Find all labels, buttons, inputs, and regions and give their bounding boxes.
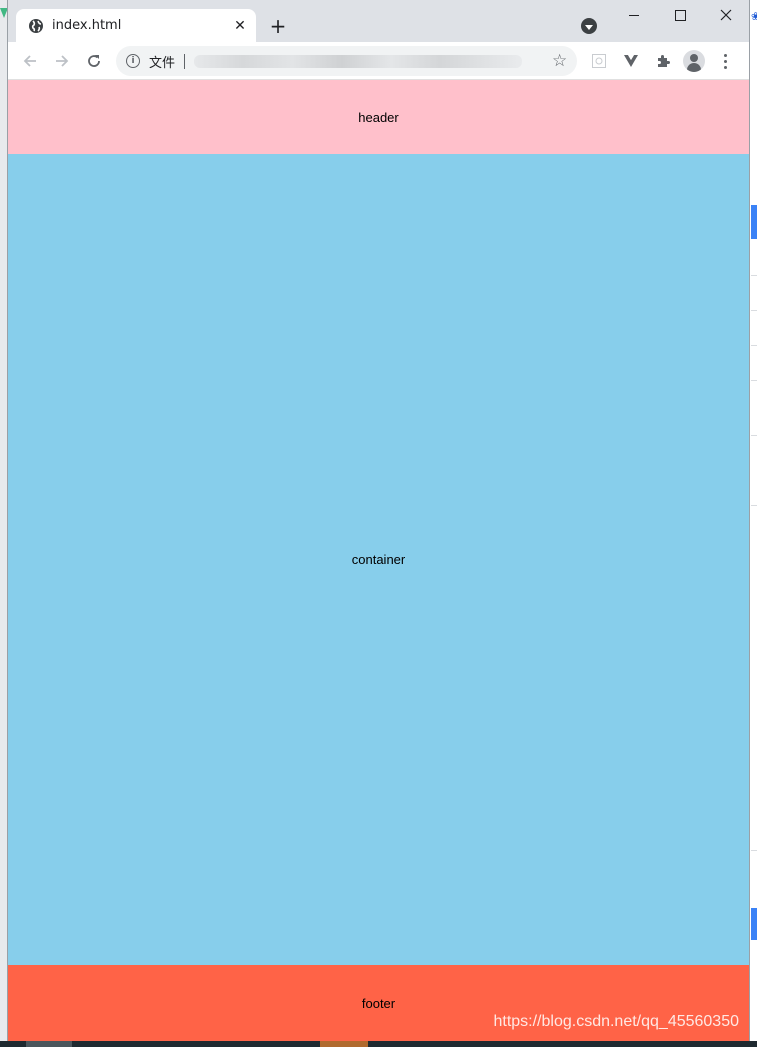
background-divider	[751, 310, 757, 311]
background-divider	[751, 380, 757, 381]
address-divider	[184, 54, 185, 69]
background-highlight	[751, 205, 757, 239]
background-window-left-edge	[0, 0, 8, 1047]
address-url-blurred[interactable]	[194, 55, 522, 68]
background-window-right-edge: ❀	[749, 0, 757, 1047]
background-highlight	[751, 908, 757, 940]
star-icon[interactable]: ☆	[552, 51, 567, 71]
watermark: https://blog.csdn.net/qq_45560350	[493, 1013, 739, 1030]
globe-icon	[28, 18, 44, 34]
background-glyph: ❀	[751, 10, 757, 23]
address-scheme-label: 文件	[149, 56, 176, 71]
background-divider	[751, 850, 757, 851]
tab-search-icon[interactable]	[581, 18, 597, 34]
back-icon[interactable]	[16, 47, 44, 75]
background-divider	[751, 435, 757, 436]
vue-logo-icon	[0, 8, 8, 18]
close-tab-icon[interactable]: ✕	[230, 16, 250, 36]
footer-label: footer	[361, 995, 396, 1011]
taskbar-item[interactable]	[320, 1041, 368, 1047]
menu-icon[interactable]	[715, 51, 735, 71]
address-bar[interactable]: i 文件 ☆	[116, 46, 577, 76]
browser-toolbar: i 文件 ☆	[8, 42, 749, 80]
reload-icon[interactable]	[80, 47, 108, 75]
vue-devtools-icon[interactable]	[621, 51, 641, 71]
page-viewport: header container footer https://blog.csd…	[8, 80, 749, 1041]
puzzle-icon[interactable]	[653, 51, 673, 71]
browser-window: index.html ✕ + i 文件 ☆ header container f…	[8, 0, 749, 1041]
background-divider	[751, 345, 757, 346]
close-window-icon[interactable]	[703, 0, 749, 30]
container-label: container	[351, 552, 406, 567]
forward-icon[interactable]	[48, 47, 76, 75]
info-icon[interactable]: i	[126, 54, 140, 68]
new-tab-button[interactable]: +	[266, 14, 290, 38]
minimize-icon[interactable]	[611, 0, 657, 30]
tab-title: index.html	[52, 18, 122, 33]
page-container: container	[8, 154, 749, 965]
extension-icon[interactable]	[589, 51, 609, 71]
tab-index-html[interactable]: index.html ✕	[16, 9, 256, 42]
taskbar	[0, 1041, 757, 1047]
taskbar-item[interactable]	[26, 1041, 72, 1047]
tab-strip: index.html ✕ +	[8, 0, 749, 42]
page-header: header	[8, 80, 749, 154]
profile-icon[interactable]	[683, 50, 705, 72]
maximize-icon[interactable]	[657, 0, 703, 30]
header-label: header	[358, 109, 399, 125]
background-divider	[751, 505, 757, 506]
background-divider	[751, 275, 757, 276]
